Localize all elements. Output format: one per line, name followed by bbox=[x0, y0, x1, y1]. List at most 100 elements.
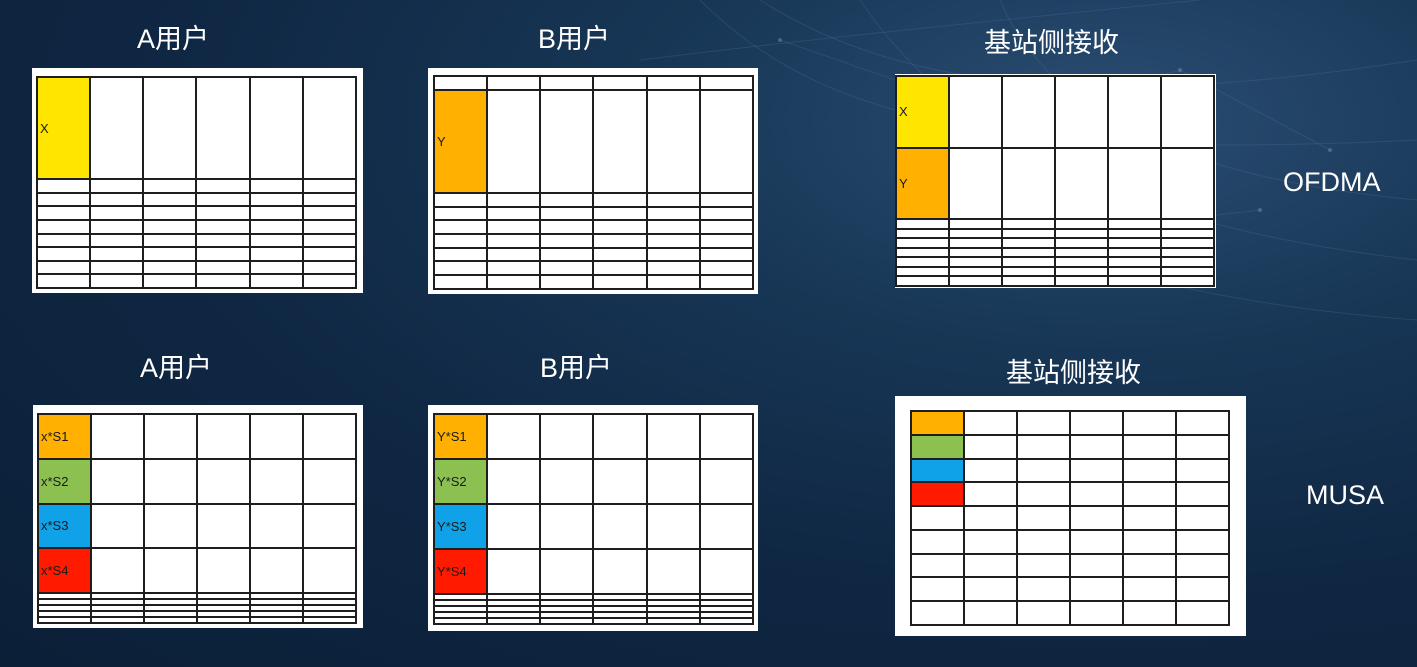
grid-cell bbox=[539, 413, 595, 460]
grid-cell bbox=[1054, 256, 1109, 268]
grid-cell bbox=[698, 75, 755, 91]
grid-cell bbox=[195, 273, 251, 289]
grid-cell bbox=[249, 616, 304, 624]
grid-cell bbox=[1160, 227, 1215, 240]
grid-cell bbox=[1001, 75, 1056, 149]
grid-cell bbox=[89, 75, 145, 181]
grid-cell bbox=[486, 246, 542, 263]
grid-row bbox=[910, 600, 1230, 626]
grid-title-ofdma-a: A用户 bbox=[137, 24, 210, 54]
grid-row bbox=[432, 233, 755, 249]
grid-cell bbox=[249, 457, 304, 505]
grid-cell bbox=[539, 458, 595, 505]
grid-cell bbox=[89, 191, 145, 208]
grid-cell bbox=[1122, 600, 1177, 626]
grid-cell bbox=[248, 232, 304, 249]
grid-cell bbox=[35, 205, 92, 221]
grid-cell bbox=[1122, 528, 1177, 555]
grid-cell bbox=[539, 548, 595, 595]
grid-cell bbox=[1122, 410, 1177, 436]
grid-cell bbox=[963, 410, 1018, 436]
grid-cell bbox=[698, 233, 755, 249]
grid-row bbox=[35, 232, 358, 249]
grid-cell bbox=[89, 246, 145, 262]
grid-cell bbox=[1175, 528, 1230, 555]
grid-cell bbox=[1069, 433, 1124, 460]
grid-cell bbox=[910, 576, 965, 603]
grid-row bbox=[910, 433, 1230, 460]
grid-cell bbox=[1069, 410, 1124, 436]
grid-cell bbox=[195, 191, 251, 208]
grid-cell bbox=[302, 547, 357, 595]
grid-cell bbox=[645, 548, 701, 595]
resource-grid-musa-b: Y*S1 Y*S2 Y*S3 Y*S4 bbox=[432, 413, 755, 625]
allocated-cell bbox=[910, 410, 965, 436]
grid-cell bbox=[895, 237, 950, 249]
grid-cell bbox=[90, 616, 145, 624]
grid-cell bbox=[963, 552, 1018, 579]
grid-cell bbox=[592, 233, 648, 249]
grid-cell bbox=[195, 259, 251, 276]
grid-row bbox=[432, 75, 755, 91]
grid-cell bbox=[1054, 146, 1109, 221]
grid-cell bbox=[895, 227, 950, 240]
grid-cell bbox=[592, 246, 648, 263]
grid-cell bbox=[1122, 481, 1177, 508]
grid-cell bbox=[539, 88, 595, 194]
grid-cell bbox=[301, 259, 358, 276]
resource-grid-ofdma-bs: XY bbox=[895, 75, 1215, 287]
grid-title-ofdma-b: B用户 bbox=[538, 24, 611, 54]
grid-cell bbox=[1001, 146, 1056, 221]
grid-cell bbox=[698, 548, 755, 595]
grid-cell bbox=[698, 219, 755, 235]
grid-cell bbox=[592, 205, 648, 222]
grid-row bbox=[35, 259, 358, 276]
row-label-ofdma: OFDMA bbox=[1283, 167, 1381, 197]
grid-cell bbox=[895, 218, 950, 230]
grid-cell bbox=[948, 218, 1003, 230]
resource-grid-ofdma-b: Y bbox=[432, 75, 755, 290]
grid-cell bbox=[1001, 246, 1056, 259]
grid-cell bbox=[301, 178, 358, 194]
grid-row: Y*S2 bbox=[432, 458, 755, 505]
grid-row bbox=[910, 528, 1230, 555]
grid-cell bbox=[143, 413, 198, 460]
grid-row: Y*S3 bbox=[432, 503, 755, 550]
grid-row bbox=[432, 617, 755, 625]
grid-cell bbox=[248, 178, 304, 194]
grid-cell bbox=[592, 274, 648, 290]
allocated-cell: Y bbox=[895, 146, 950, 221]
grid-cell bbox=[195, 75, 251, 181]
grid-cell bbox=[948, 246, 1003, 259]
grid-cell bbox=[1160, 75, 1215, 149]
grid-cell bbox=[1175, 433, 1230, 460]
grid-title-musa-b: B用户 bbox=[540, 353, 613, 383]
grid-cell bbox=[1160, 246, 1215, 259]
grid-cell bbox=[1175, 576, 1230, 603]
grid-cell bbox=[301, 75, 358, 181]
grid-row bbox=[432, 191, 755, 208]
grid-row bbox=[910, 481, 1230, 508]
grid-row: Y*S1 bbox=[432, 413, 755, 460]
grid-cell bbox=[1107, 75, 1162, 149]
grid-cell bbox=[592, 617, 648, 625]
grid-cell bbox=[301, 191, 358, 208]
grid-cell bbox=[486, 205, 542, 222]
grid-cell bbox=[195, 246, 251, 262]
grid-cell bbox=[1122, 552, 1177, 579]
grid-cell bbox=[1175, 552, 1230, 579]
grid-cell bbox=[1016, 481, 1071, 508]
grid-cell bbox=[1001, 218, 1056, 230]
grid-cell bbox=[1107, 275, 1162, 287]
grid-cell bbox=[1175, 481, 1230, 508]
allocated-cell: x*S1 bbox=[37, 413, 92, 460]
grid-row bbox=[895, 265, 1215, 278]
grid-cell bbox=[301, 205, 358, 221]
grid-cell bbox=[1016, 600, 1071, 626]
grid-cell bbox=[1016, 410, 1071, 436]
grid-cell bbox=[1175, 410, 1230, 436]
grid-cell bbox=[1054, 237, 1109, 249]
grid-row: X bbox=[895, 75, 1215, 149]
grid-cell bbox=[35, 178, 92, 194]
allocated-cell bbox=[910, 481, 965, 508]
